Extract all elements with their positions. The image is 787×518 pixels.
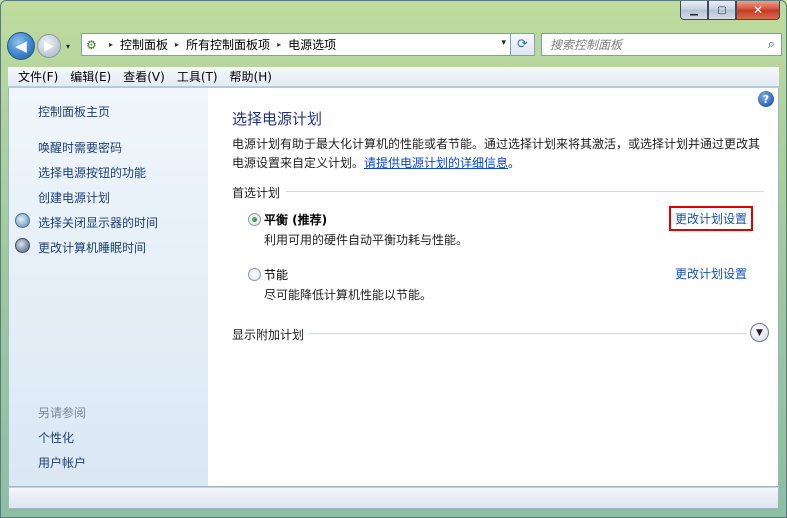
maximize-button[interactable]: ▢ — [708, 1, 736, 20]
explorer-window: ▁ ▢ ✕ ◀ ▶ ▾ ⚙ ▸ 控制面板 ▸ 所有控制面板项 ▸ 电源选项 ▾ … — [0, 0, 787, 518]
chevron-down-icon: ▼ — [756, 327, 763, 338]
breadcrumb-all-items[interactable]: 所有控制面板项 — [186, 36, 270, 53]
expand-additional-plans-button[interactable]: ▼ — [750, 323, 769, 342]
plan-balanced-radio[interactable] — [248, 213, 261, 226]
refresh-icon: ⟳ — [517, 37, 528, 52]
sidebar-link-control-panel-home[interactable]: 控制面板主页 — [38, 103, 110, 120]
menu-help[interactable]: 帮助(H) — [224, 67, 278, 87]
moon-icon — [15, 238, 30, 253]
plan-balanced-name[interactable]: 平衡 (推荐) — [264, 211, 327, 228]
sidebar-link-user-accounts[interactable]: 用户帐户 — [38, 454, 86, 471]
back-button[interactable]: ◀ — [7, 32, 35, 60]
control-panel-icon: ⚙ — [86, 37, 97, 52]
recent-pages-dropdown[interactable]: ▾ — [62, 42, 74, 51]
sidebar-link-power-buttons[interactable]: 选择电源按钮的功能 — [38, 164, 146, 181]
forward-button[interactable]: ▶ — [37, 34, 61, 58]
sidebar-link-sleep-time[interactable]: 更改计算机睡眠时间 — [38, 239, 146, 256]
main-panel: ? 选择电源计划 电源计划有助于最大化计算机的性能或者节能。通过选择计划来将其激… — [208, 88, 778, 486]
description-end: 。 — [508, 156, 521, 170]
search-box[interactable]: ⌕ — [541, 33, 782, 56]
preferred-plans-header: 首选计划 — [232, 186, 281, 200]
monitor-icon — [15, 213, 30, 228]
sidebar-link-display-off[interactable]: 选择关闭显示器的时间 — [38, 214, 158, 231]
refresh-button[interactable]: ⟳ — [511, 33, 535, 56]
minimize-button[interactable]: ▁ — [680, 1, 708, 20]
page-description: 电源计划有助于最大化计算机的性能或者节能。通过选择计划来将其激活，或选择计划并通… — [232, 135, 762, 173]
plan-balanced-change-settings-link[interactable]: 更改计划设置 — [669, 206, 754, 231]
status-bar — [8, 487, 779, 509]
breadcrumb-separator[interactable]: ▸ — [109, 40, 113, 49]
menu-tools[interactable]: 工具(T) — [171, 67, 224, 87]
additional-plans-header[interactable]: 显示附加计划 — [232, 326, 304, 343]
sidebar-link-wake-password[interactable]: 唤醒时需要密码 — [38, 139, 122, 156]
menu-view[interactable]: 查看(V) — [117, 67, 171, 87]
sidebar-link-personalization[interactable]: 个性化 — [38, 429, 74, 446]
search-input[interactable] — [550, 37, 750, 52]
breadcrumb-power-options[interactable]: 电源选项 — [288, 36, 336, 53]
page-title: 选择电源计划 — [232, 110, 323, 128]
task-pane: 控制面板主页 唤醒时需要密码 选择电源按钮的功能 创建电源计划 选择关闭显示器的… — [9, 88, 208, 486]
breadcrumb-separator[interactable]: ▸ — [175, 40, 179, 49]
breadcrumb-separator[interactable]: ▸ — [277, 40, 281, 49]
menu-bar: 文件(F) 编辑(E) 查看(V) 工具(T) 帮助(H) — [8, 67, 779, 87]
navigation-bar: ◀ ▶ ▾ ⚙ ▸ 控制面板 ▸ 所有控制面板项 ▸ 电源选项 ▾ ⟳ ⌕ — [7, 29, 782, 63]
content-area: 控制面板主页 唤醒时需要密码 选择电源按钮的功能 创建电源计划 选择关闭显示器的… — [8, 88, 779, 487]
additional-plans-divider — [310, 333, 746, 334]
menu-edit[interactable]: 编辑(E) — [64, 67, 117, 87]
see-also-caption: 另请参阅 — [38, 406, 87, 420]
plan-details-link[interactable]: 请提供电源计划的详细信息 — [364, 156, 508, 170]
sidebar-link-create-plan[interactable]: 创建电源计划 — [38, 189, 110, 206]
plan-power-saver-description: 尽可能降低计算机性能以节能。 — [264, 288, 433, 302]
preferred-plans-divider — [286, 191, 764, 192]
help-icon[interactable]: ? — [758, 91, 774, 107]
close-button[interactable]: ✕ — [736, 1, 780, 20]
caption-buttons: ▁ ▢ ✕ — [680, 1, 780, 21]
plan-power-saver-name[interactable]: 节能 — [264, 266, 288, 283]
plan-power-saver-radio[interactable] — [248, 268, 261, 281]
plan-power-saver-change-settings-link[interactable]: 更改计划设置 — [675, 265, 747, 282]
search-icon[interactable]: ⌕ — [768, 37, 775, 52]
address-dropdown-icon[interactable]: ▾ — [501, 38, 506, 48]
plan-balanced-description: 利用可用的硬件自动平衡功耗与性能。 — [264, 233, 469, 247]
menu-file[interactable]: 文件(F) — [12, 67, 64, 87]
breadcrumb-control-panel[interactable]: 控制面板 — [120, 36, 168, 53]
address-bar[interactable]: ⚙ ▸ 控制面板 ▸ 所有控制面板项 ▸ 电源选项 ▾ — [81, 33, 511, 56]
